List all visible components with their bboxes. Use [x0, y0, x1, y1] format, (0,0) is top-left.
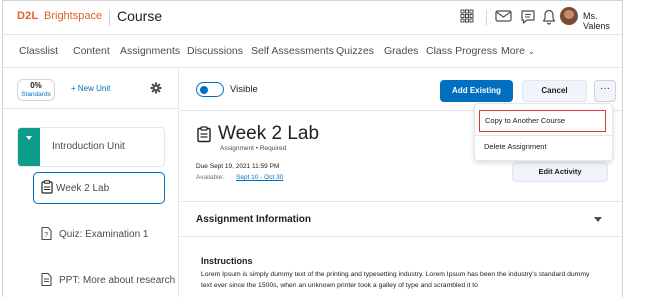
progress-value: 0% — [30, 81, 42, 90]
d2l-logo[interactable]: D2L — [17, 10, 38, 22]
instructions-body: Lorem Ipsum is simply dummy text of the … — [201, 271, 590, 289]
toc-item-week-2-lab[interactable]: Week 2 Lab — [33, 172, 165, 204]
avatar[interactable] — [560, 7, 578, 25]
available-dates-link[interactable]: Sept 10 - Oct 30 — [236, 174, 283, 181]
visibility-toggle[interactable] — [196, 82, 224, 97]
cancel-button[interactable]: Cancel — [522, 80, 587, 102]
nav-classlist[interactable]: Classlist — [19, 45, 58, 57]
new-unit-button[interactable]: + New Unit — [71, 84, 110, 93]
nav-more[interactable]: More ⌄ — [501, 45, 535, 57]
menu-item-copy-to-another-course[interactable]: Copy to Another Course — [479, 110, 606, 132]
standards-progress[interactable]: 0% Standards — [17, 79, 55, 101]
course-navbar: Classlist Content Assignments Discussion… — [3, 36, 622, 68]
top-header: D2L Brightspace Course Ms. Valens — [3, 1, 622, 35]
app-window: D2L Brightspace Course Ms. Valens Classl… — [2, 0, 623, 297]
info-title: Assignment Information — [196, 214, 312, 225]
edit-activity-button[interactable]: Edit Activity — [512, 162, 608, 182]
assignment-meta: Assignment • Required — [220, 145, 287, 152]
document-icon — [41, 272, 52, 287]
assignment-info-panel[interactable]: Assignment Information — [180, 201, 622, 237]
unit-expand-toggle[interactable] — [18, 128, 40, 166]
nav-assignments[interactable]: Assignments — [120, 45, 180, 57]
chevron-down-icon: ⌄ — [527, 47, 535, 56]
quiz-icon: ? — [41, 226, 52, 241]
course-title[interactable]: Course — [117, 8, 162, 24]
unit-label: Introduction Unit — [52, 141, 125, 152]
due-date: Due Sept 19, 2021 11:59 PM — [196, 163, 280, 170]
toc-item-ppt[interactable]: PPT: More about research — [33, 265, 175, 297]
assignment-icon — [197, 126, 211, 143]
nav-class-progress[interactable]: Class Progress — [426, 45, 497, 57]
unit-introduction[interactable]: Introduction Unit — [17, 127, 165, 167]
gear-icon[interactable] — [150, 82, 162, 94]
nav-content[interactable]: Content — [73, 45, 110, 57]
available-label: Available: — [196, 174, 225, 181]
menu-divider — [475, 135, 612, 136]
bell-icon[interactable] — [542, 9, 556, 25]
assignment-icon — [41, 180, 53, 194]
toc-label: PPT: More about research — [59, 275, 176, 286]
header-divider — [486, 10, 487, 26]
caret-down-icon[interactable] — [594, 217, 602, 222]
page-title: Week 2 Lab — [218, 123, 320, 144]
sidebar-header: 0% Standards + New Unit — [3, 69, 179, 109]
toc-label: Quiz: Examination 1 — [59, 229, 149, 240]
nav-quizzes[interactable]: Quizzes — [336, 45, 374, 57]
svg-text:?: ? — [44, 232, 48, 239]
nav-more-label: More — [501, 45, 525, 57]
toc-item-quiz[interactable]: ? Quiz: Examination 1 — [33, 219, 165, 251]
brand-name: Brightspace — [44, 10, 103, 22]
more-options-button[interactable]: ··· — [594, 80, 616, 102]
header-divider — [109, 10, 110, 26]
nav-self-assessments[interactable]: Self Assessments — [251, 45, 334, 57]
nav-grades[interactable]: Grades — [384, 45, 418, 57]
content-sidebar: 0% Standards + New Unit Introduction Uni… — [3, 69, 179, 297]
nav-discussions[interactable]: Discussions — [187, 45, 243, 57]
chat-icon[interactable] — [520, 9, 536, 25]
more-options-menu: Copy to Another Course Delete Assignment — [474, 103, 613, 161]
instructions-title: Instructions — [201, 256, 253, 266]
mail-icon[interactable] — [495, 9, 512, 23]
grid-icon[interactable] — [460, 9, 474, 23]
progress-label: Standards — [21, 91, 51, 98]
user-name[interactable]: Ms. Valens — [583, 11, 622, 31]
toc-label: Week 2 Lab — [56, 183, 110, 194]
add-existing-button[interactable]: Add Existing — [440, 80, 513, 102]
menu-item-delete-assignment[interactable]: Delete Assignment — [479, 139, 606, 155]
visible-label: Visible — [230, 84, 258, 95]
